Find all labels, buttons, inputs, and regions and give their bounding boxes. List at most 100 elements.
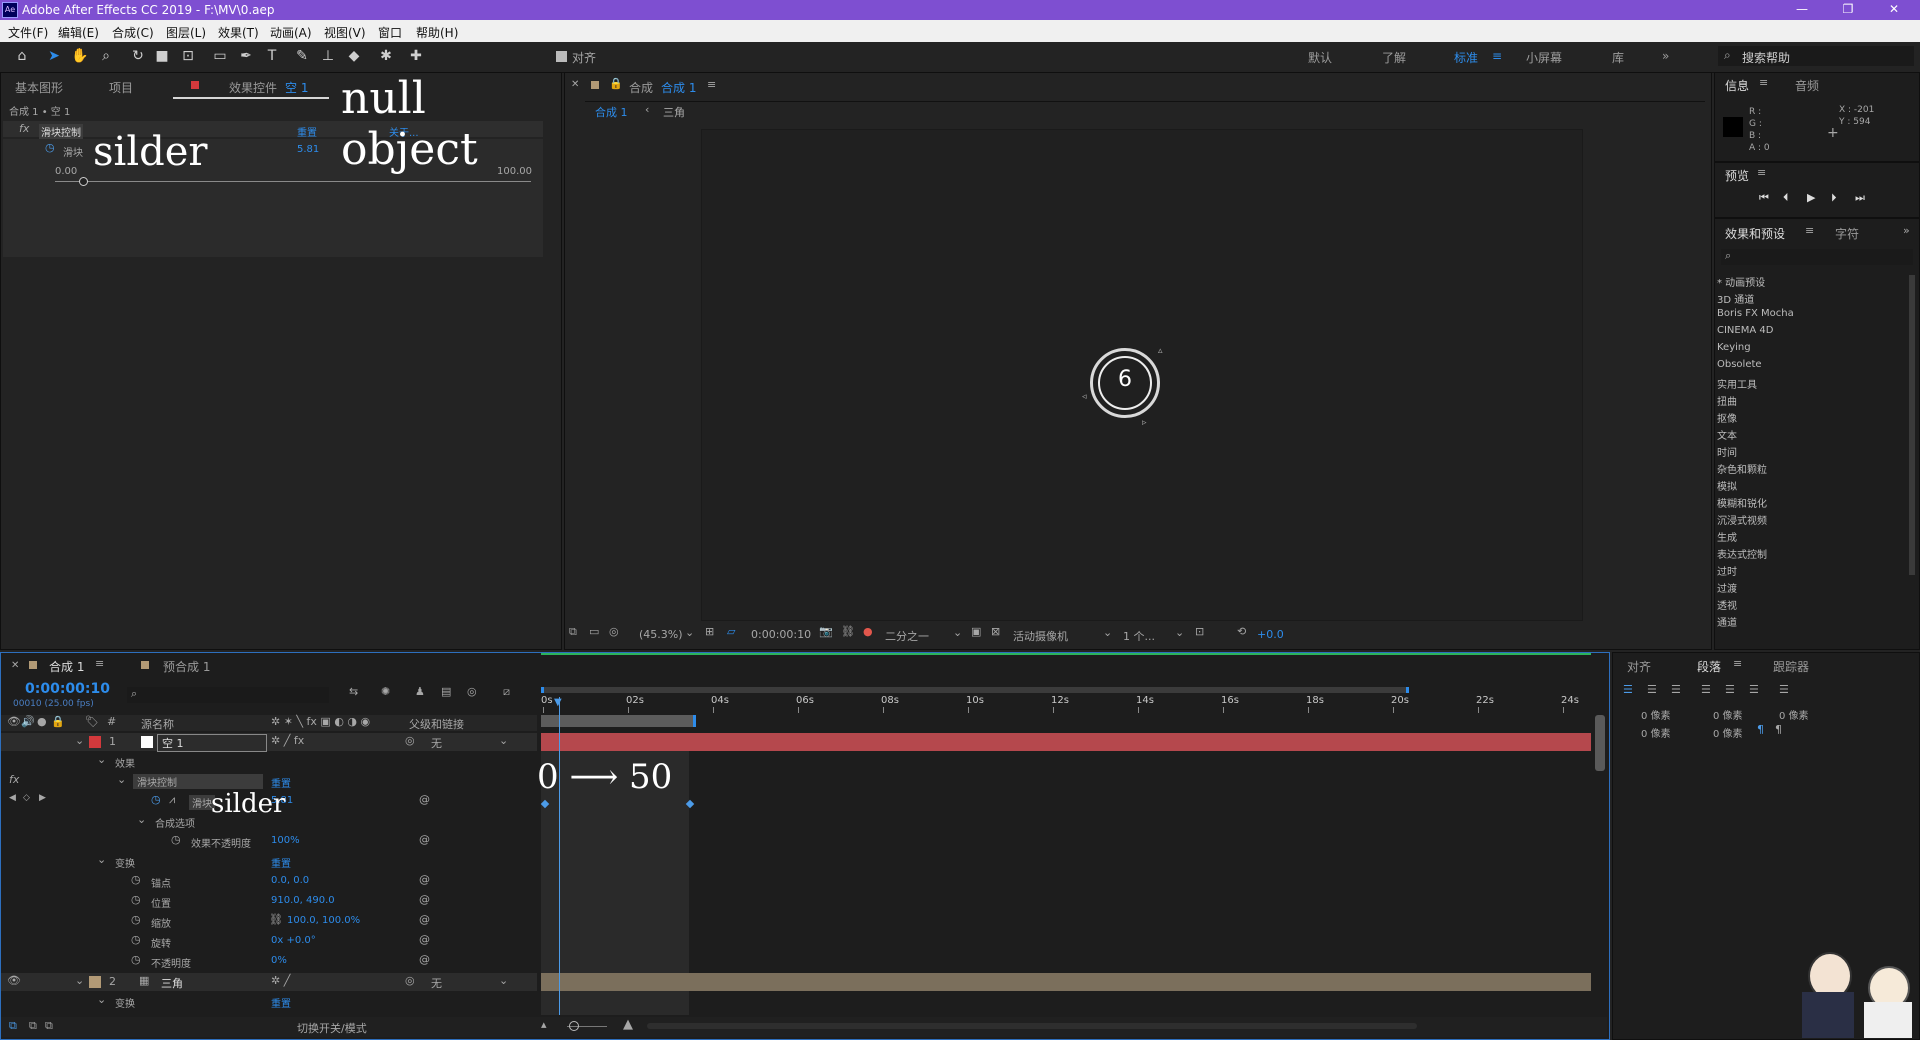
camera-icon[interactable]: ■ (152, 46, 172, 66)
effects-item[interactable]: 过渡 (1717, 580, 1737, 595)
timeline-scroll[interactable] (647, 1023, 1417, 1029)
timeline-scrollbar[interactable] (1595, 715, 1605, 771)
indent-first-field[interactable]: 0 像素 (1779, 707, 1809, 722)
effects-scrollbar[interactable] (1909, 275, 1915, 575)
spiral-icon[interactable]: @ (419, 933, 430, 946)
chevron-down-icon[interactable]: ⌄ (117, 773, 126, 786)
menu-window[interactable]: 窗口 (378, 24, 402, 41)
tab-effect-controls-layer[interactable]: 空 1 (285, 79, 308, 96)
close-icon[interactable]: ✕ (1882, 2, 1906, 16)
chevron-down-icon[interactable]: ⌄ (75, 734, 84, 747)
tab-align[interactable]: 对齐 (1627, 658, 1651, 675)
zoom-dropdown[interactable]: (45.3%) (639, 628, 683, 641)
align-right-icon[interactable]: ☰ (1671, 683, 1681, 696)
prev-frame-icon[interactable]: ⏴ (1783, 191, 1789, 205)
safe-zones-icon[interactable]: ⊞ (705, 625, 714, 638)
property-value[interactable]: 910.0, 490.0 (271, 895, 335, 906)
spiral-icon[interactable]: @ (419, 833, 430, 846)
search-help-box[interactable]: ⌕ 搜索帮助 (1718, 46, 1914, 66)
spiral-icon[interactable]: @ (419, 893, 430, 906)
add-keyframe-icon[interactable]: ◇ (23, 793, 30, 803)
zoom-in-icon[interactable]: ▲ (623, 1017, 633, 1032)
tab-timeline-comp1[interactable]: 合成 1 (49, 658, 84, 675)
effects-item[interactable]: Obsolete (1717, 359, 1762, 370)
resolution-dropdown[interactable]: 二分之一 (885, 628, 929, 644)
justify-left-icon[interactable]: ☰ (1701, 683, 1711, 696)
camera-dropdown[interactable]: 活动摄像机 (1013, 628, 1068, 644)
monitor-icon[interactable]: ▭ (589, 625, 599, 638)
effect-reset-link[interactable]: 重置 (297, 124, 317, 139)
stopwatch-icon[interactable]: ◷ (131, 873, 141, 886)
effects-item[interactable]: 扭曲 (1717, 393, 1737, 408)
chevron-down-icon[interactable]: ⌄ (75, 974, 84, 987)
chevron-down-icon[interactable]: ⌄ (97, 753, 106, 766)
visibility-icon[interactable]: 👁 (7, 974, 21, 987)
spiral-icon[interactable]: @ (419, 873, 430, 886)
property-row[interactable]: ⌄ 变换 重置 (1, 993, 537, 1011)
effects-item[interactable]: 抠像 (1717, 410, 1737, 425)
selection-icon[interactable]: ➤ (44, 46, 64, 66)
stopwatch-icon[interactable]: ◷ (45, 141, 55, 154)
last-frame-icon[interactable]: ⏭ (1855, 191, 1865, 205)
comp-timecode[interactable]: 0:00:00:10 (751, 628, 811, 641)
menu-layer[interactable]: 图层(L) (166, 24, 206, 41)
toggle-pane-icon[interactable]: ⧉ (29, 1019, 37, 1033)
stopwatch-icon[interactable]: ◷ (131, 913, 141, 926)
tab-audio[interactable]: 音频 (1795, 77, 1819, 94)
property-value[interactable]: 重置 (271, 995, 291, 1010)
tab-info[interactable]: 信息 (1725, 77, 1749, 94)
views-dropdown[interactable]: 1 个... (1123, 628, 1155, 644)
work-area-bar[interactable] (541, 715, 696, 727)
workspace-learn[interactable]: 了解 (1382, 49, 1406, 66)
composition-flowchart-icon[interactable]: ⇆ (349, 685, 358, 698)
pickwhip-icon[interactable]: ◎ (405, 974, 415, 987)
effects-search-input[interactable]: ⌕ (1721, 249, 1913, 265)
preview-menu-icon[interactable]: ≡ (1757, 166, 1766, 179)
stopwatch-icon[interactable]: ◷ (171, 833, 181, 846)
chevron-down-icon[interactable]: ⌄ (137, 813, 146, 826)
layer-switches-icon[interactable]: ✲ ╱ (271, 974, 290, 987)
layer-label-color[interactable] (89, 736, 101, 748)
effects-menu-icon[interactable]: ≡ (1805, 224, 1814, 237)
spiral-icon[interactable]: @ (419, 953, 430, 966)
pickwhip-icon[interactable]: ◎ (405, 734, 415, 747)
tab-essential-graphics[interactable]: 基本图形 (15, 79, 63, 96)
property-value[interactable]: 重置 (271, 855, 291, 870)
chevron-down-icon[interactable]: ⌄ (97, 993, 106, 1006)
type-icon[interactable]: T (262, 46, 282, 66)
rtl-direction-icon[interactable]: ¶ (1775, 723, 1782, 736)
menu-composition[interactable]: 合成(C) (112, 24, 154, 41)
comp-viewer[interactable]: 6 ▵ ◃ ▹ (701, 129, 1583, 621)
effects-item[interactable]: 过时 (1717, 563, 1737, 578)
property-value[interactable]: 0x +0.0° (271, 935, 316, 946)
motion-blur-icon[interactable]: ◎ (467, 685, 477, 698)
timeline-menu-icon[interactable]: ≡ (95, 657, 104, 670)
menu-edit[interactable]: 编辑(E) (58, 24, 99, 41)
restore-icon[interactable]: ❐ (1836, 2, 1860, 16)
layer-bar-1[interactable] (541, 733, 1591, 751)
toggle-switches-modes[interactable]: 切换开关/模式 (297, 1020, 367, 1036)
exposure-value[interactable]: +0.0 (1257, 628, 1284, 641)
tab-project[interactable]: 项目 (109, 79, 133, 96)
property-row[interactable]: ◷ 锚点 0.0, 0.0 @ (1, 873, 537, 891)
toggle-pane-icon[interactable]: ⧉ (45, 1019, 53, 1033)
first-frame-icon[interactable]: ⏮ (1759, 191, 1769, 205)
color-channel-icon[interactable]: ● (863, 625, 873, 638)
effects-item[interactable]: 时间 (1717, 444, 1737, 459)
mask-icon[interactable]: ◎ (609, 625, 619, 638)
effects-item[interactable]: 透视 (1717, 597, 1737, 612)
comp-menu-icon[interactable]: ≡ (707, 78, 716, 91)
justify-center-icon[interactable]: ☰ (1725, 683, 1735, 696)
minimize-icon[interactable]: — (1790, 2, 1814, 16)
comp-tab-main[interactable]: 合成 1 (595, 104, 628, 120)
property-row[interactable]: ◷ 旋转 0x +0.0° @ (1, 933, 537, 951)
rotate-icon[interactable]: ↻ (128, 46, 148, 66)
prev-keyframe-icon[interactable]: ◀ (9, 793, 16, 803)
workspace-small-screen[interactable]: 小屏幕 (1526, 49, 1562, 66)
parent-header[interactable]: 父级和链接 (409, 716, 464, 732)
effects-item[interactable]: CINEMA 4D (1717, 325, 1773, 336)
effects-item[interactable]: 模糊和锐化 (1717, 495, 1767, 510)
graph-icon[interactable]: ⩘ (169, 793, 175, 807)
menu-view[interactable]: 视图(V) (324, 24, 366, 41)
eraser-icon[interactable]: ◆ (344, 46, 364, 66)
